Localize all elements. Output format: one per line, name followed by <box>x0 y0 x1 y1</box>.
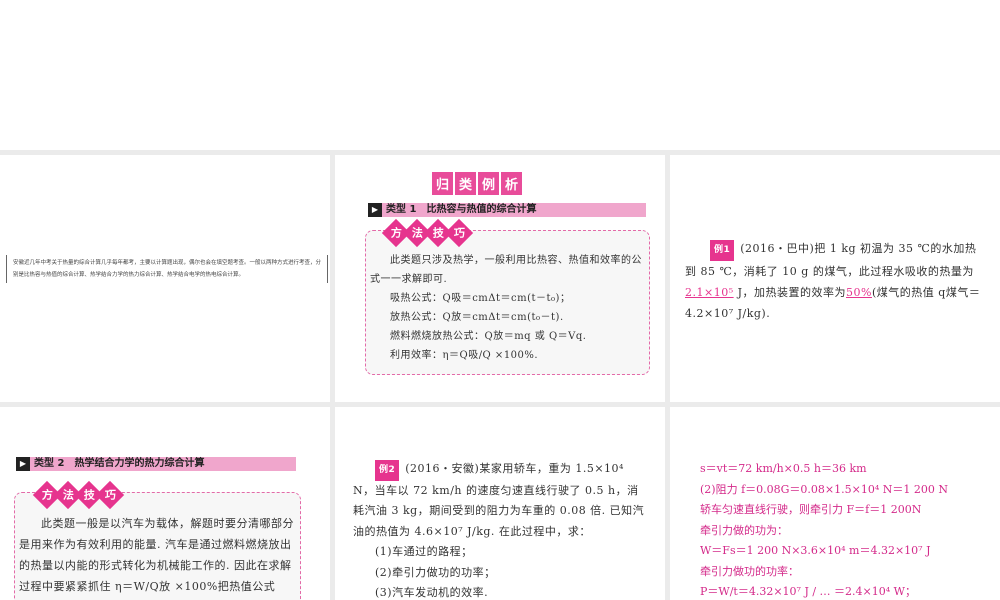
slide-solution[interactable]: s＝vt＝72 km/h×0.5 h＝36 km (2)阻力 f＝0.08G＝0… <box>670 407 1000 600</box>
solution-line: P＝W/t＝4.32×10⁷ J / … ＝2.4×10⁴ W； <box>700 585 916 598</box>
type2-header: ▶ 类型 2 热学结合力学的热力综合计算 <box>16 457 296 471</box>
method-text: 此类题一般是以汽车为载体，解题时要分清哪部分是用来作为有效利用的能量. 汽车是通… <box>19 517 294 593</box>
slide-type2[interactable]: ▶ 类型 2 热学结合力学的热力综合计算 方法技巧 此类题一般是以汽车为载体，解题… <box>0 407 330 600</box>
method-box: 方法技巧 此类题只涉及热学，一般利用比热容、热值和效率的公式一一求解即可. 吸热… <box>365 218 650 375</box>
solution-text: s＝vt＝72 km/h×0.5 h＝36 km (2)阻力 f＝0.08G＝0… <box>700 459 1000 600</box>
banner-char: 类 <box>455 172 477 195</box>
banner-char: 归 <box>432 172 454 195</box>
answer-blank: 2.1×10⁵ <box>685 286 734 299</box>
solution-line: (2)阻力 f＝0.08G＝0.08×1.5×10⁴ N＝1 200 N <box>700 482 948 496</box>
example-tag: 例2 <box>375 460 400 481</box>
intro-text: 安徽近几年中考关于热量的综合计算几乎每年都考，主要以计算题出现，偶尔也会在填空题… <box>6 255 328 283</box>
question: (1)车通过的路程； <box>375 545 473 558</box>
method-line: 此类题只涉及热学，一般利用比热容、热值和效率的公式一一求解即可. <box>370 255 642 285</box>
answer-blank: 50% <box>846 286 872 299</box>
solution-line: s＝vt＝72 km/h×0.5 h＝36 km <box>700 462 867 475</box>
section-banner: 归类例析 <box>432 172 523 195</box>
solution-line: 牵引力做功的功率： <box>700 564 799 578</box>
method-line: 燃料燃烧放热公式：Q放＝mq 或 Q＝Vq. <box>390 331 587 342</box>
banner-char: 例 <box>478 172 500 195</box>
play-icon: ▶ <box>368 203 382 217</box>
type1-label: 类型 1 比热容与热值的综合计算 <box>386 204 537 215</box>
method-line: 利用效率：η＝Q吸/Q ×100%. <box>390 350 539 361</box>
slide-example2[interactable]: 例2 (2016・安徽)某家用轿车，重为 1.5×10⁴ N，当车以 72 km/… <box>335 407 665 600</box>
slide-intro[interactable]: 安徽近几年中考关于热量的综合计算几乎每年都考，主要以计算题出现，偶尔也会在填空题… <box>0 155 330 402</box>
example1-text: 例1 (2016・巴中)把 1 kg 初温为 35 ℃的水加热到 85 ℃，消耗了… <box>685 240 981 320</box>
play-icon: ▶ <box>16 457 30 471</box>
method-badges: 方法技巧 <box>381 218 474 248</box>
example2-text: 例2 (2016・安徽)某家用轿车，重为 1.5×10⁴ N，当车以 72 km/… <box>353 459 648 600</box>
solution-line: 轿车匀速直线行驶，则牵引力 F＝f＝1 200N <box>700 503 922 516</box>
question: (2)牵引力做功的功率； <box>375 565 496 579</box>
method-line: 放热公式：Q放＝cmΔt＝cm(t₀－t). <box>390 312 564 323</box>
solution-line: 牵引力做的功为： <box>700 523 788 537</box>
method-badges: 方法技巧 <box>32 480 125 510</box>
slide-type1[interactable]: 归类例析 ▶ 类型 1 比热容与热值的综合计算 方法技巧 此类题只涉及热学，一般利… <box>335 155 665 402</box>
slide-example1[interactable]: 例1 (2016・巴中)把 1 kg 初温为 35 ℃的水加热到 85 ℃，消耗了… <box>670 155 1000 402</box>
type1-header: ▶ 类型 1 比热容与热值的综合计算 <box>368 203 646 217</box>
solution-line: W＝Fs＝1 200 N×3.6×10⁴ m＝4.32×10⁷ J <box>700 544 931 557</box>
question: (3)汽车发动机的效率. <box>375 586 489 599</box>
type2-label: 类型 2 热学结合力学的热力综合计算 <box>34 458 205 469</box>
example-tag: 例1 <box>710 240 735 261</box>
banner-char: 析 <box>501 172 523 195</box>
method-line: 吸热公式：Q吸＝cmΔt＝cm(t－t₀)； <box>390 293 571 304</box>
method-box: 方法技巧 此类题一般是以汽车为载体，解题时要分清哪部分是用来作为有效利用的能量.… <box>14 480 301 600</box>
